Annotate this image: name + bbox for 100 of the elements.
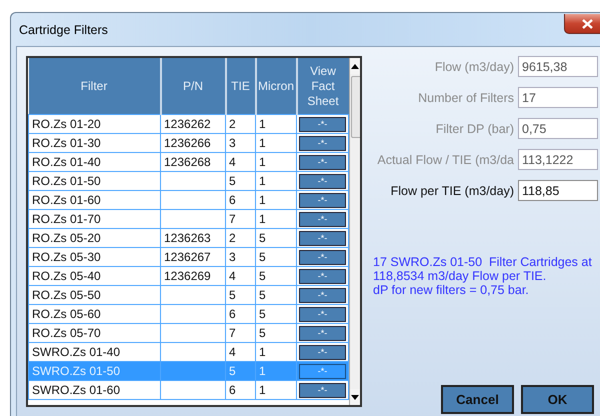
table-cell: 1236268 [160, 152, 226, 172]
table-cell: 5 [226, 362, 256, 380]
table-cell [160, 380, 226, 400]
table-cell: 4 [226, 266, 256, 286]
fact-sheet-button[interactable]: -*- [299, 174, 346, 188]
table-row[interactable]: RO.Zs 01-50 5 1 -*- [28, 172, 348, 190]
table-cell: 5 [226, 286, 256, 304]
table-cell: RO.Zs 01-20 [28, 114, 160, 134]
table-cell: 6 [226, 304, 256, 324]
table-cell [160, 172, 226, 190]
table-cell: 3 [226, 134, 256, 152]
table-cell: 1 [256, 152, 296, 172]
table-row[interactable]: RO.Zs 01-30 1236266 3 1 -*- [28, 134, 348, 152]
table-cell [160, 190, 226, 210]
table-cell: SWRO.Zs 01-60 [28, 380, 160, 400]
fact-sheet-button[interactable]: -*- [299, 288, 346, 302]
table-row[interactable]: RO.Zs 01-70 7 1 -*- [28, 210, 348, 228]
field-label: Flow (m3/day) [434, 60, 514, 74]
fact-sheet-button[interactable]: -*- [299, 382, 346, 398]
table-cell [160, 286, 226, 304]
table-cell: RO.Zs 05-60 [28, 304, 160, 324]
table-cell: 1236267 [160, 248, 226, 266]
close-icon[interactable] [582, 18, 592, 28]
table-cell: RO.Zs 01-30 [28, 134, 160, 152]
column-header: View Fact Sheet [296, 58, 348, 114]
table-row[interactable]: RO.Zs 05-50 5 5 -*- [28, 286, 348, 304]
input-field[interactable]: 118,85 [518, 180, 598, 201]
table-cell: 4 [226, 152, 256, 172]
table-cell: 5 [256, 266, 296, 286]
table-row[interactable]: RO.Zs 01-40 1236268 4 1 -*- [28, 152, 348, 172]
table-cell: SWRO.Zs 01-50 [28, 362, 160, 380]
fact-sheet-button[interactable]: -*- [299, 230, 346, 246]
fact-sheet-button[interactable]: -*- [299, 116, 346, 132]
table-row[interactable]: RO.Zs 01-20 1236262 2 1 -*- [28, 114, 348, 134]
table-row[interactable]: RO.Zs 05-60 6 5 -*- [28, 304, 348, 324]
table-cell: 7 [226, 324, 256, 342]
table-cell: 5 [256, 228, 296, 248]
fact-sheet-button[interactable]: -*- [299, 192, 346, 208]
ok-button[interactable]: OK [521, 385, 594, 414]
table-cell: 2 [226, 228, 256, 248]
column-header: TIE [226, 58, 256, 114]
scroll-down-icon[interactable] [351, 394, 359, 400]
fact-sheet-button[interactable]: -*- [299, 154, 346, 170]
table-cell: 2 [226, 114, 256, 134]
table-row[interactable]: RO.Zs 05-30 1236267 3 5 -*- [28, 248, 348, 266]
table-row[interactable]: RO.Zs 01-60 6 1 -*- [28, 190, 348, 210]
table-cell: 7 [226, 210, 256, 228]
result-message: 17 SWRO.Zs 01-50 Filter Cartridges at 118,8534 m3/day Flow per TIE. dP for new filters = 0,75 bar. [373, 255, 593, 297]
field-label: Number of Filters [417, 90, 514, 104]
cancel-button[interactable]: Cancel [441, 385, 514, 414]
table-cell: 1 [256, 172, 296, 190]
table-cell: 6 [226, 380, 256, 400]
table-cell: 1 [256, 134, 296, 152]
table-cell: RO.Zs 01-50 [28, 172, 160, 190]
table-cell: 5 [256, 324, 296, 342]
table-cell: 5 [256, 248, 296, 266]
column-header: Micron [256, 58, 296, 114]
table-cell: 1236262 [160, 114, 226, 134]
fact-sheet-button[interactable]: -*- [299, 250, 346, 264]
table-cell: 1 [256, 190, 296, 210]
table-row[interactable]: RO.Zs 05-40 1236269 4 5 -*- [28, 266, 348, 286]
table-cell: 1 [256, 210, 296, 228]
field-label: Actual Flow / TIE (m3/da [376, 152, 514, 166]
table-cell: RO.Zs 05-40 [28, 266, 160, 286]
fact-sheet-button[interactable]: -*- [299, 306, 346, 322]
close-button[interactable] [564, 14, 600, 34]
table-cell: 5 [226, 172, 256, 190]
table-cell: 1236266 [160, 134, 226, 152]
table-cell: 6 [226, 190, 256, 210]
fact-sheet-button[interactable]: -*- [299, 326, 346, 340]
table-cell: RO.Zs 01-70 [28, 210, 160, 228]
table-cell: 3 [226, 248, 256, 266]
field-label: Flow per TIE (m3/day) [390, 184, 514, 198]
table-cell: RO.Zs 05-50 [28, 286, 160, 304]
table-cell: 5 [256, 304, 296, 324]
column-header: Filter [28, 58, 160, 114]
table-cell: 1 [256, 380, 296, 400]
table-cell: RO.Zs 05-30 [28, 248, 160, 266]
table-cell: RO.Zs 05-20 [28, 228, 160, 248]
table-row[interactable]: RO.Zs 05-70 7 5 -*- [28, 324, 348, 342]
table-cell [160, 210, 226, 228]
table-cell: 1236263 [160, 228, 226, 248]
fact-sheet-button[interactable]: -*- [299, 344, 346, 360]
table-cell [160, 362, 226, 380]
table-cell: 5 [256, 286, 296, 304]
scroll-up-icon[interactable] [351, 64, 359, 68]
fact-sheet-button[interactable]: -*- [299, 212, 346, 226]
fact-sheet-button[interactable]: -*- [299, 136, 346, 150]
table-row[interactable]: RO.Zs 05-20 1236263 2 5 -*- [28, 228, 348, 248]
table-row[interactable]: SWRO.Zs 01-60 6 1 -*- [28, 380, 348, 400]
fact-sheet-button[interactable]: -*- [299, 268, 346, 284]
column-header: P/N [160, 58, 226, 114]
table-cell: 1 [256, 362, 296, 380]
table-cell: 1236269 [160, 266, 226, 286]
scrollbar[interactable] [349, 58, 360, 405]
window-title: Cartridge Filters [19, 23, 108, 37]
table-cell: RO.Zs 01-60 [28, 190, 160, 210]
table-cell [160, 324, 226, 342]
field-label: Filter DP (bar) [434, 122, 514, 136]
table-cell [160, 304, 226, 324]
